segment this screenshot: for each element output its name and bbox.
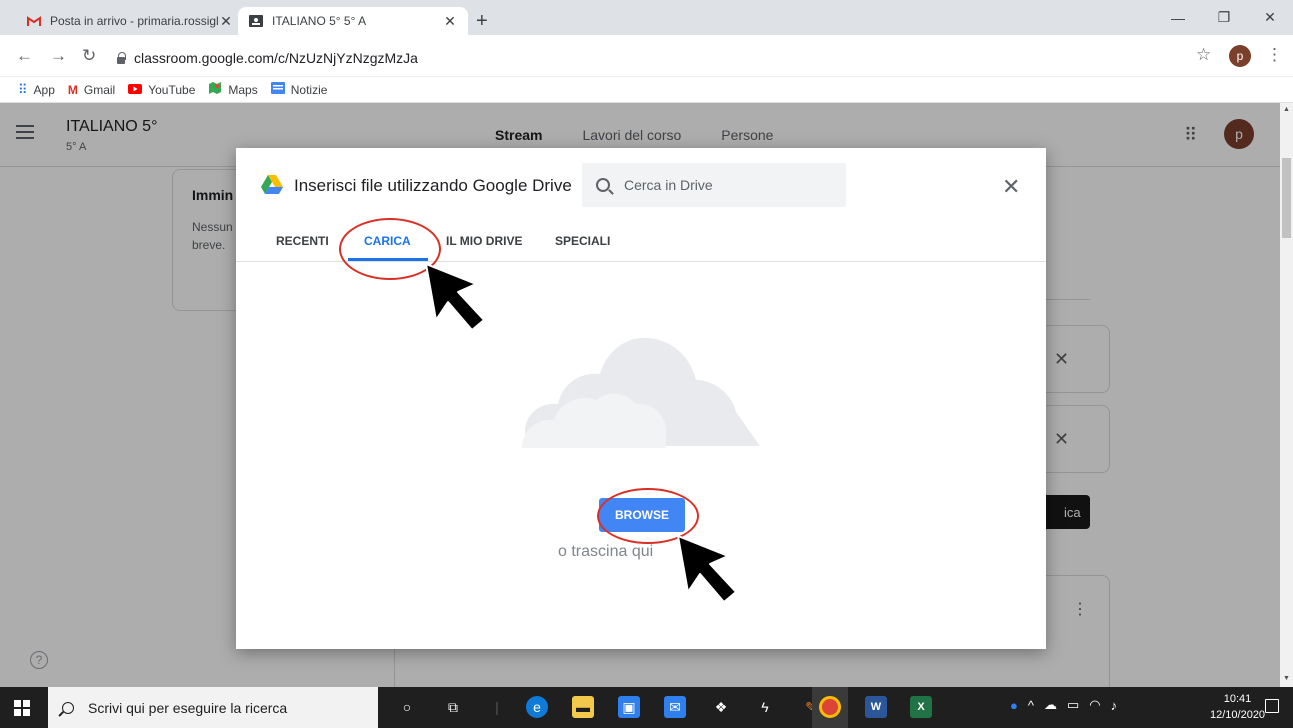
classroom-icon [248, 13, 264, 29]
gmail-icon: M [67, 82, 78, 97]
maps-icon [208, 81, 222, 98]
bookmarks-bar: ⠿ App M Gmail YouTube Maps Notizie [0, 77, 1293, 103]
drive-picker-dialog: Inserisci file utilizzando Google Drive … [236, 148, 1046, 649]
edge-icon[interactable]: e [526, 696, 548, 718]
chrome-icon[interactable] [819, 696, 841, 718]
bookmark-label: App [33, 82, 55, 97]
clock-time: 10:41 [1223, 693, 1252, 705]
tab-classroom[interactable]: ITALIANO 5° 5° A ✕ [238, 7, 468, 35]
bookmark-label: YouTube [148, 82, 196, 97]
file-explorer-icon[interactable]: ▬ [572, 696, 594, 718]
youtube-icon [128, 83, 143, 97]
bookmark-label: Notizie [290, 82, 328, 97]
tab-recenti[interactable]: RECENTI [276, 234, 329, 248]
cloud-upload-illustration [522, 337, 760, 448]
dialog-title: Inserisci file utilizzando Google Drive [294, 176, 572, 195]
bookmark-label: Maps [228, 82, 258, 97]
new-tab-button[interactable]: + [476, 10, 488, 33]
page-scrollbar[interactable]: ▲ ▼ [1280, 103, 1293, 687]
notification-icon[interactable] [1265, 699, 1279, 713]
clock-date: 12/10/2020 [1210, 709, 1266, 721]
volume-icon[interactable]: ♪ [1111, 698, 1118, 713]
windows-taskbar: Scrivi qui per eseguire la ricerca ○ ⧉ |… [0, 687, 1293, 728]
system-clock[interactable]: 10:41 12/10/2020 [1210, 691, 1265, 723]
url-text: classroom.google.com/c/NzUzNjYzNzgzMzJa [134, 50, 418, 66]
lock-icon [116, 52, 126, 64]
scroll-up-icon[interactable]: ▲ [1283, 106, 1290, 113]
scrollbar-thumb[interactable] [1282, 158, 1291, 238]
help-tray-icon[interactable]: ● [1010, 698, 1018, 713]
back-arrow-icon[interactable]: ← [16, 46, 33, 66]
bookmark-gmail[interactable]: M Gmail [68, 83, 115, 97]
bookmark-notizie[interactable]: Notizie [270, 82, 328, 97]
minimize-icon[interactable]: — [1155, 0, 1201, 35]
flash-icon[interactable]: ϟ [754, 696, 776, 718]
separator: | [495, 699, 499, 715]
news-icon [270, 82, 285, 97]
excel-icon[interactable]: X [910, 696, 932, 718]
browser-tab-strip: Posta in arrivo - primaria.rossiglio ✕ I… [0, 0, 1293, 35]
drop-hint-text: o trascina qui [558, 543, 654, 560]
close-icon[interactable]: ✕ [1002, 174, 1020, 200]
apps-grid-icon: ⠿ [18, 81, 28, 97]
taskbar-search[interactable]: Scrivi qui per eseguire la ricerca [48, 687, 378, 728]
bookmark-app[interactable]: ⠿ App [18, 82, 55, 98]
address-bar[interactable]: classroom.google.com/c/NzUzNjYzNzgzMzJa [116, 45, 418, 71]
forward-arrow-icon[interactable]: → [50, 46, 67, 66]
window-controls: — ❐ ✕ [1155, 0, 1293, 35]
pointer-cursor-icon [425, 263, 485, 331]
wifi-icon[interactable]: ◠ [1089, 697, 1100, 713]
windows-start-icon[interactable] [14, 700, 30, 716]
mail-icon[interactable]: ✉ [664, 696, 686, 718]
tab-il-mio-drive[interactable]: IL MIO DRIVE [446, 234, 522, 248]
tab-title: Posta in arrivo - primaria.rossiglio [50, 14, 218, 28]
tab-title: ITALIANO 5° 5° A [272, 14, 367, 28]
bookmark-youtube[interactable]: YouTube [128, 83, 195, 97]
gmail-icon [26, 13, 42, 29]
close-window-icon[interactable]: ✕ [1247, 0, 1293, 35]
search-icon [596, 178, 610, 192]
google-drive-icon [261, 175, 283, 194]
dropbox-icon[interactable]: ❖ [710, 696, 732, 718]
battery-icon[interactable]: ▭ [1067, 697, 1079, 713]
store-icon[interactable]: ▣ [618, 696, 640, 718]
bookmark-star-icon[interactable]: ☆ [1196, 45, 1211, 65]
cortana-icon[interactable]: ○ [396, 696, 418, 718]
bookmark-maps[interactable]: Maps [208, 81, 258, 98]
search-placeholder: Cerca in Drive [624, 177, 713, 193]
close-tab-icon[interactable]: ✕ [442, 13, 458, 30]
restore-icon[interactable]: ❐ [1201, 0, 1247, 35]
profile-avatar[interactable]: p [1229, 45, 1251, 67]
taskbar-search-placeholder: Scrivi qui per eseguire la ricerca [88, 699, 288, 716]
pointer-cursor-icon [677, 535, 737, 603]
bookmark-label: Gmail [83, 82, 116, 97]
onedrive-icon[interactable]: ☁ [1044, 697, 1057, 713]
tab-gmail[interactable]: Posta in arrivo - primaria.rossiglio ✕ [16, 7, 244, 35]
browser-menu-icon[interactable]: ⋮ [1266, 45, 1283, 65]
search-icon [62, 701, 74, 714]
drive-search-input[interactable]: Cerca in Drive [582, 163, 846, 207]
scroll-down-icon[interactable]: ▼ [1283, 675, 1290, 682]
task-view-icon[interactable]: ⧉ [442, 696, 464, 718]
word-icon[interactable]: W [865, 696, 887, 718]
close-tab-icon[interactable]: ✕ [218, 13, 234, 30]
reload-icon[interactable]: ↻ [82, 46, 96, 66]
system-tray: ● ^ ☁ ▭ ◠ ♪ [1010, 697, 1117, 713]
tab-speciali[interactable]: SPECIALI [555, 234, 610, 248]
chevron-up-icon[interactable]: ^ [1028, 698, 1034, 713]
